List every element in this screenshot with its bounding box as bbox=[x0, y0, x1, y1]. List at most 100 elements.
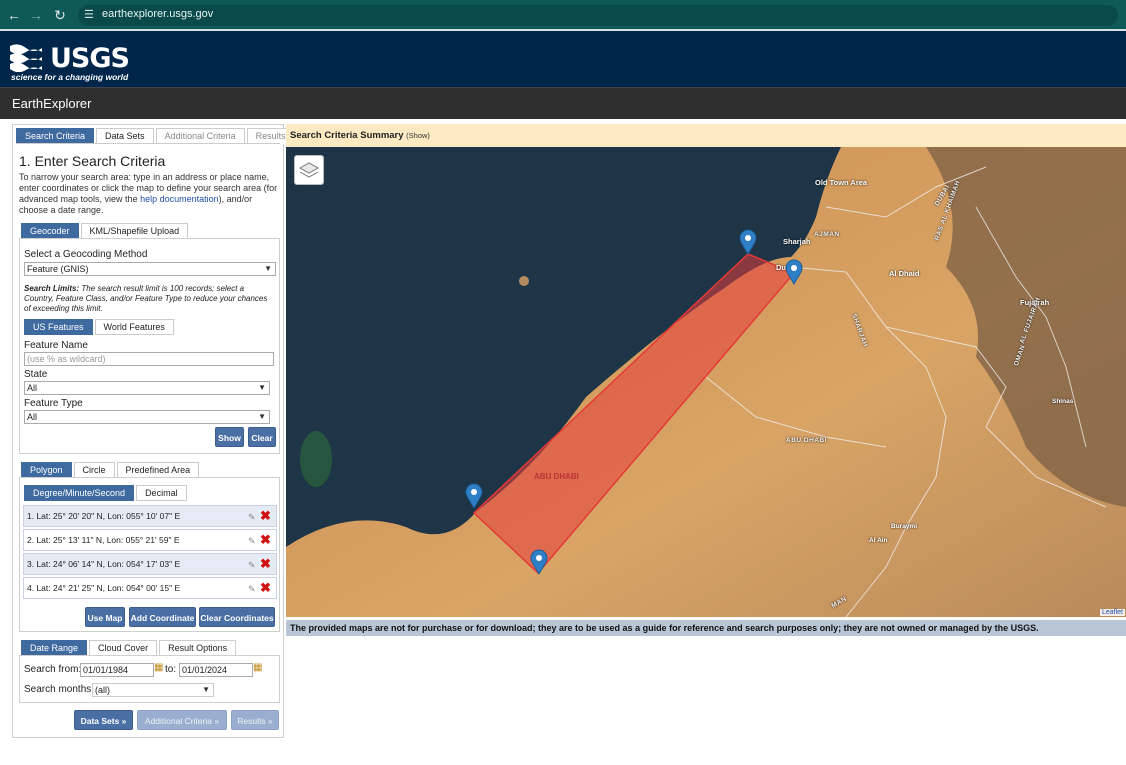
map-label: Al Ain bbox=[869, 537, 888, 544]
map-disclaimer: The provided maps are not for purchase o… bbox=[286, 620, 1126, 636]
reload-icon[interactable]: ↻ bbox=[52, 7, 68, 23]
data-sets-button[interactable]: Data Sets » bbox=[74, 710, 133, 730]
usgs-wave-icon bbox=[10, 44, 42, 72]
chevron-down-icon: ▼ bbox=[258, 383, 266, 392]
clear-button[interactable]: Clear bbox=[248, 427, 276, 447]
map-label: Sharjah bbox=[783, 237, 811, 246]
layers-icon[interactable] bbox=[294, 155, 324, 185]
intro-text: To narrow your search area: type in an a… bbox=[19, 172, 279, 216]
geocoding-method-value: Feature (GNIS) bbox=[27, 264, 89, 274]
clear-coordinates-button[interactable]: Clear Coordinates bbox=[199, 607, 275, 627]
coordinate-row[interactable]: 1. Lat: 25° 20' 20" N, Lon: 055° 10' 07"… bbox=[23, 505, 277, 527]
tab-search-criteria[interactable]: Search Criteria bbox=[16, 128, 95, 144]
app-title-bar: EarthExplorer bbox=[0, 87, 1126, 119]
delete-icon[interactable]: ✖ bbox=[260, 530, 272, 550]
tab-polygon[interactable]: Polygon bbox=[21, 462, 72, 478]
delete-icon[interactable]: ✖ bbox=[260, 506, 272, 526]
search-to-input[interactable]: 01/01/2024 bbox=[179, 663, 253, 677]
summary-show-link[interactable]: (Show) bbox=[406, 131, 430, 140]
tab-world-features[interactable]: World Features bbox=[94, 319, 174, 335]
island bbox=[300, 431, 332, 487]
feature-type-select[interactable]: All ▼ bbox=[24, 410, 270, 424]
search-limits-label: Search Limits: bbox=[24, 284, 80, 293]
coordinate-row[interactable]: 3. Lat: 24° 06' 14" N, Lon: 054° 17' 03"… bbox=[23, 553, 277, 575]
delete-icon[interactable]: ✖ bbox=[260, 578, 272, 598]
map-marker-icon[interactable] bbox=[785, 259, 803, 285]
map-label: Du bbox=[776, 263, 786, 272]
results-button[interactable]: Results » bbox=[231, 710, 279, 730]
summary-title-text: Search Criteria Summary bbox=[290, 130, 404, 141]
tab-data-sets[interactable]: Data Sets bbox=[96, 128, 154, 144]
search-from-label: Search from: bbox=[24, 664, 82, 675]
satellite-map bbox=[286, 147, 1126, 617]
show-button[interactable]: Show bbox=[215, 427, 244, 447]
tab-predefined-area[interactable]: Predefined Area bbox=[116, 462, 200, 478]
tab-geocoder[interactable]: Geocoder bbox=[21, 223, 79, 239]
state-value: All bbox=[27, 383, 38, 393]
map-marker-icon[interactable] bbox=[530, 549, 548, 575]
edit-icon[interactable]: ✎ bbox=[248, 579, 260, 599]
coordinate-format-tabs: Degree/Minute/Second Decimal bbox=[24, 485, 189, 501]
map-label: Shinas bbox=[1052, 398, 1074, 405]
chevron-down-icon: ▼ bbox=[202, 685, 210, 694]
tab-decimal[interactable]: Decimal bbox=[136, 485, 187, 501]
summary-title: Search Criteria Summary (Show) bbox=[290, 130, 430, 141]
app-title: EarthExplorer bbox=[12, 96, 92, 111]
date-box: Search from: 01/01/1984 ▦ to: 01/01/2024… bbox=[19, 655, 280, 703]
geocoding-method-select[interactable]: Feature (GNIS) ▼ bbox=[24, 262, 276, 276]
usgs-header: USGS science for a changing world bbox=[0, 31, 1126, 87]
coordinate-row[interactable]: 4. Lat: 24° 21' 25" N, Lon: 054° 00' 15"… bbox=[23, 577, 277, 599]
add-coordinate-button[interactable]: Add Coordinate bbox=[129, 607, 196, 627]
date-tabs: Date Range Cloud Cover Result Options bbox=[21, 640, 238, 656]
leaflet-attribution-link[interactable]: Leaflet bbox=[1099, 609, 1125, 616]
tab-cloud-cover[interactable]: Cloud Cover bbox=[89, 640, 158, 656]
coordinate-text: 2. Lat: 25° 13' 11" N, Lon: 055° 21' 59"… bbox=[27, 535, 180, 545]
site-info-icon[interactable]: ☰ bbox=[84, 8, 94, 21]
feature-name-input[interactable]: (use % as wildcard) bbox=[24, 352, 274, 366]
coordinate-text: 1. Lat: 25° 20' 20" N, Lon: 055° 10' 07"… bbox=[27, 511, 181, 521]
coordinate-row[interactable]: 2. Lat: 25° 13' 11" N, Lon: 055° 21' 59"… bbox=[23, 529, 277, 551]
tab-kml-upload[interactable]: KML/Shapefile Upload bbox=[80, 223, 189, 239]
usgs-logo[interactable]: USGS science for a changing world bbox=[10, 38, 130, 82]
calendar-icon[interactable]: ▦ bbox=[253, 662, 262, 673]
additional-criteria-button[interactable]: Additional Criteria » bbox=[137, 710, 227, 730]
search-months-select[interactable]: (all) ▼ bbox=[92, 683, 214, 697]
map-marker-icon[interactable] bbox=[739, 229, 757, 255]
back-arrow-icon[interactable]: ← bbox=[6, 7, 22, 23]
edit-icon[interactable]: ✎ bbox=[248, 507, 260, 527]
edit-icon[interactable]: ✎ bbox=[248, 531, 260, 551]
feature-type-label: Feature Type bbox=[24, 398, 83, 409]
url-text: earthexplorer.usgs.gov bbox=[102, 8, 214, 20]
calendar-icon[interactable]: ▦ bbox=[154, 662, 163, 673]
map-marker-icon[interactable] bbox=[465, 483, 483, 509]
map-view[interactable]: Old Town Area Sharjah Du Al Dhaid Fujair… bbox=[286, 147, 1126, 617]
coordinate-text: 4. Lat: 24° 21' 25" N, Lon: 054° 00' 15"… bbox=[27, 583, 181, 593]
use-map-button[interactable]: Use Map bbox=[85, 607, 125, 627]
search-from-input[interactable]: 01/01/1984 bbox=[80, 663, 154, 677]
help-documentation-link[interactable]: help documentation bbox=[140, 194, 219, 204]
map-label: Al Dhaid bbox=[889, 269, 920, 278]
map-label: ABU DHABI bbox=[786, 437, 827, 444]
browser-toolbar: ← → ↻ ☰ earthexplorer.usgs.gov bbox=[0, 0, 1126, 31]
tab-us-features[interactable]: US Features bbox=[24, 319, 93, 335]
usgs-tagline: science for a changing world bbox=[11, 72, 129, 82]
shape-tabs: Polygon Circle Predefined Area bbox=[21, 462, 201, 478]
tab-circle[interactable]: Circle bbox=[73, 462, 115, 478]
search-criteria-summary-bar: Search Criteria Summary (Show) bbox=[286, 124, 1126, 147]
tab-additional-criteria[interactable]: Additional Criteria bbox=[155, 128, 245, 144]
map-label: AJMAN bbox=[814, 231, 840, 238]
address-bar[interactable]: ☰ earthexplorer.usgs.gov bbox=[78, 5, 1118, 26]
edit-icon[interactable]: ✎ bbox=[248, 555, 260, 575]
tab-degree-minute-second[interactable]: Degree/Minute/Second bbox=[24, 485, 135, 501]
delete-icon[interactable]: ✖ bbox=[260, 554, 272, 574]
state-select[interactable]: All ▼ bbox=[24, 381, 270, 395]
chevron-down-icon: ▼ bbox=[258, 412, 266, 421]
chevron-down-icon: ▼ bbox=[264, 264, 272, 273]
forward-arrow-icon[interactable]: → bbox=[28, 7, 44, 23]
tab-date-range[interactable]: Date Range bbox=[21, 640, 88, 656]
tabs-divider bbox=[16, 143, 280, 144]
search-months-label: Search months: bbox=[24, 684, 95, 695]
to-label: to: bbox=[165, 664, 177, 675]
feature-name-label: Feature Name bbox=[24, 340, 88, 351]
tab-result-options[interactable]: Result Options bbox=[159, 640, 237, 656]
